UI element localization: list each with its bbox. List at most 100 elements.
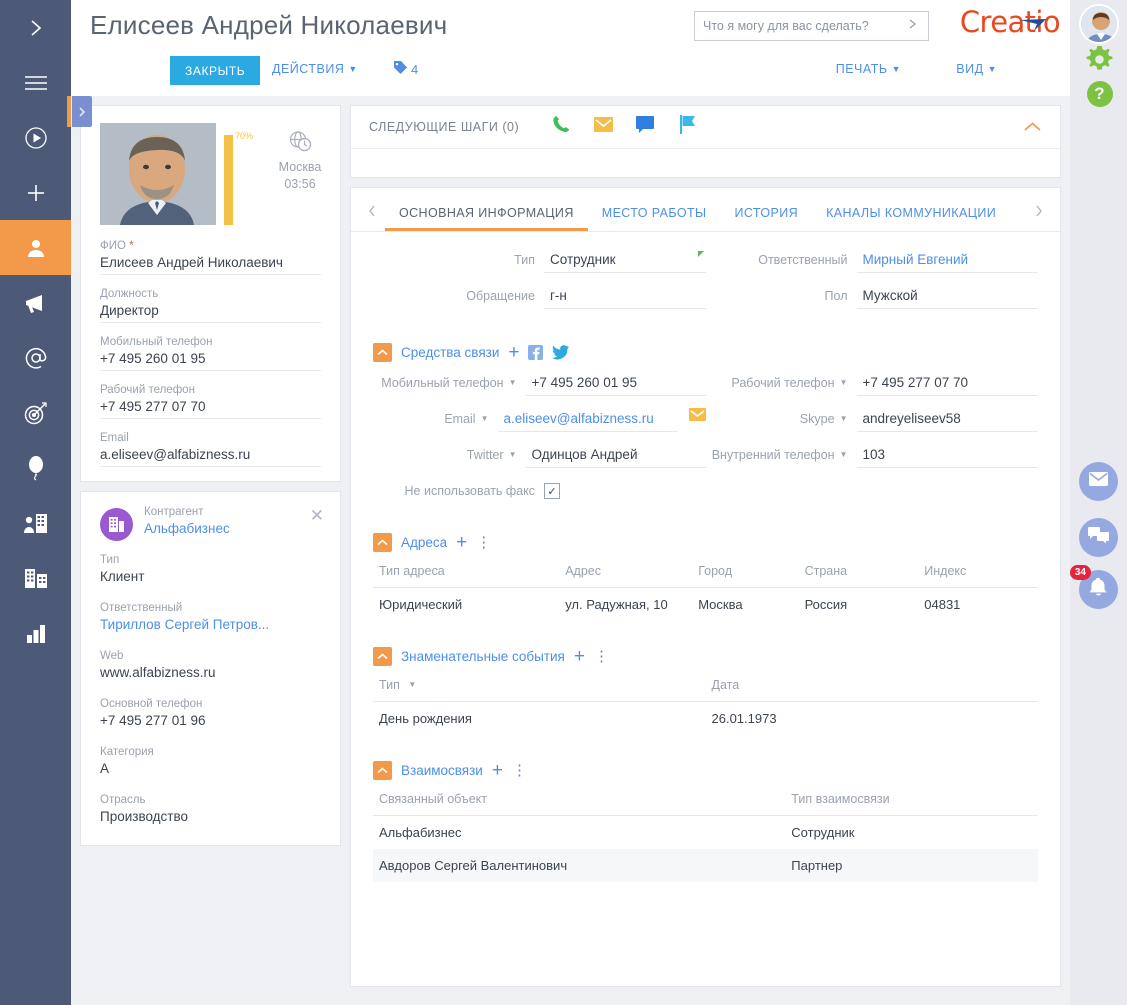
facebook-link-button[interactable] <box>528 345 544 360</box>
phone-icon <box>552 115 571 139</box>
field-mobile-phone: Мобильный телефон +7 495 260 01 95 <box>100 336 321 371</box>
contact-photo[interactable] <box>100 123 216 225</box>
collapse-section-button[interactable] <box>373 761 392 780</box>
search-submit-icon[interactable] <box>904 17 928 36</box>
actions-menu-button[interactable]: ДЕЙСТВИЯ ▼ <box>272 62 358 76</box>
field-label: Категория <box>100 746 154 758</box>
contact-icon <box>24 236 48 260</box>
chevron-down-icon[interactable]: ▼ <box>481 411 489 426</box>
sidebar-item-leads[interactable] <box>0 385 71 440</box>
view-menu-button[interactable]: ВИД ▼ <box>956 62 997 76</box>
field-value[interactable]: +7 495 277 07 70 <box>856 372 1038 396</box>
add-relation-button[interactable]: + <box>492 761 503 780</box>
field-value[interactable]: г-н <box>544 285 706 309</box>
tab-workplace[interactable]: МЕСТО РАБОТЫ <box>588 206 721 231</box>
table-row[interactable]: День рождения 26.01.1973 <box>373 702 1038 736</box>
field-value[interactable]: andreyeliseev58 <box>856 408 1038 432</box>
sidebar-item-dashboards[interactable] <box>0 605 71 660</box>
tab-main-information[interactable]: ОСНОВНАЯ ИНФОРМАЦИЯ <box>385 206 588 231</box>
chat-fab-button[interactable] <box>1079 518 1118 557</box>
cell-city: Москва <box>698 597 743 612</box>
sidebar-item-contacts[interactable] <box>0 220 71 275</box>
sidebar-item-employees[interactable] <box>0 495 71 550</box>
tabs-scroll-left-button[interactable] <box>366 203 378 224</box>
field-value[interactable]: +7 495 260 01 95 <box>525 372 706 396</box>
field-label: Skype ▼ <box>799 411 848 426</box>
next-steps-header: СЛЕДУЮЩИЕ ШАГИ (0) <box>351 106 1060 149</box>
field-value[interactable]: Директор <box>100 303 321 323</box>
chevron-down-icon[interactable]: ▼ <box>840 411 848 426</box>
search-input[interactable] <box>695 19 904 33</box>
collapse-section-button[interactable] <box>373 343 392 362</box>
tab-communication-channels[interactable]: КАНАЛЫ КОММУНИКАЦИИ <box>812 206 1010 231</box>
chevron-down-icon[interactable]: ▼ <box>509 447 517 462</box>
chevron-down-icon[interactable]: ▼ <box>840 375 848 390</box>
email-activity-button[interactable] <box>582 117 624 137</box>
send-email-button[interactable] <box>688 408 706 426</box>
collapse-section-button[interactable] <box>373 647 392 666</box>
event-options-button[interactable]: ⋮ <box>594 649 609 664</box>
add-communication-button[interactable]: + <box>508 343 519 362</box>
chevron-down-icon[interactable]: ▼ <box>840 447 848 462</box>
table-row[interactable]: Альфабизнес Сотрудник <box>373 816 1038 850</box>
tabs-scroll-right-button[interactable] <box>1033 203 1045 224</box>
field-value[interactable]: Мирный Евгений <box>856 249 1038 273</box>
view-label: ВИД <box>956 62 984 76</box>
call-activity-button[interactable] <box>540 115 582 139</box>
field-value[interactable]: Одинцов Андрей <box>525 444 706 468</box>
settings-button[interactable] <box>1084 45 1115 77</box>
twitter-link-button[interactable] <box>552 345 570 360</box>
field-value[interactable]: Тириллов Сергей Петров... <box>100 617 321 637</box>
email-fab-button[interactable] <box>1079 462 1118 501</box>
chevron-down-icon[interactable]: ▼ <box>509 375 517 390</box>
creatio-logo: Creatio <box>960 5 1061 39</box>
field-value[interactable]: Сотрудник <box>544 249 706 273</box>
section-title: Взаимосвязи <box>401 763 483 778</box>
tab-history[interactable]: ИСТОРИЯ <box>721 206 813 231</box>
chevron-down-icon: ▼ <box>891 64 901 74</box>
form-row: Обращение г-н Пол Мужской <box>373 285 1038 321</box>
sidebar-add-button[interactable] <box>0 165 71 220</box>
account-name-link[interactable]: Альфабизнес <box>144 521 230 541</box>
field-value[interactable]: a.eliseev@alfabizness.ru <box>100 447 321 467</box>
print-menu-button[interactable]: ПЕЧАТЬ ▼ <box>836 62 901 76</box>
sidebar-item-email[interactable] <box>0 330 71 385</box>
sidebar-menu-button[interactable] <box>0 55 71 110</box>
column-header-sortable[interactable]: Тип ▼ <box>373 672 706 702</box>
message-activity-button[interactable] <box>624 116 666 138</box>
sidebar-expand-button[interactable] <box>0 0 71 55</box>
add-address-button[interactable]: + <box>456 533 467 552</box>
sidebar-item-accounts[interactable] <box>0 550 71 605</box>
field-value[interactable]: Елисеев Андрей Николаевич <box>100 255 321 275</box>
section-header-communication: Средства связи + <box>351 329 1060 368</box>
sidebar-item-campaigns[interactable] <box>0 275 71 330</box>
address-options-button[interactable]: ⋮ <box>476 535 491 550</box>
relation-options-button[interactable]: ⋮ <box>512 763 527 778</box>
timezone-widget: Москва 03:56 <box>255 130 345 193</box>
tags-button[interactable]: 4 <box>393 60 418 78</box>
sidebar-item-events[interactable] <box>0 440 71 495</box>
field-value[interactable]: +7 495 277 07 70 <box>100 399 321 419</box>
table-row[interactable]: Авдоров Сергей Валентинович Партнер <box>373 849 1038 882</box>
help-button[interactable]: ? <box>1084 78 1115 109</box>
add-event-button[interactable]: + <box>574 647 585 666</box>
field-value[interactable]: Мужской <box>856 285 1038 309</box>
form-row: Twitter ▼ Одинцов Андрей Внутренний телеф… <box>373 444 1038 480</box>
no-fax-checkbox[interactable]: ✓ <box>544 483 560 499</box>
close-button[interactable]: ЗАКРЫТЬ <box>170 56 261 85</box>
field-value[interactable]: a.eliseev@alfabizness.ru <box>497 408 678 432</box>
flag-activity-button[interactable] <box>666 115 708 139</box>
close-icon[interactable]: ✕ <box>310 506 324 526</box>
avatar[interactable] <box>1079 4 1119 44</box>
collapse-section-button[interactable] <box>373 533 392 552</box>
table-row[interactable]: Юридический ул. Радужная, 10 Москва Росс… <box>373 588 1038 622</box>
sidebar-run-button[interactable] <box>0 110 71 165</box>
envelope-icon <box>1089 472 1108 491</box>
ai-search-box[interactable] <box>694 11 929 41</box>
collapse-next-steps-button[interactable] <box>1023 120 1042 138</box>
field-value[interactable]: +7 495 260 01 95 <box>100 351 321 371</box>
panel-collapse-toggle[interactable] <box>72 96 92 127</box>
field-value[interactable]: 103 <box>856 444 1038 468</box>
cell-address-type: Юридический <box>379 597 463 612</box>
column-header: Страна <box>798 558 919 588</box>
